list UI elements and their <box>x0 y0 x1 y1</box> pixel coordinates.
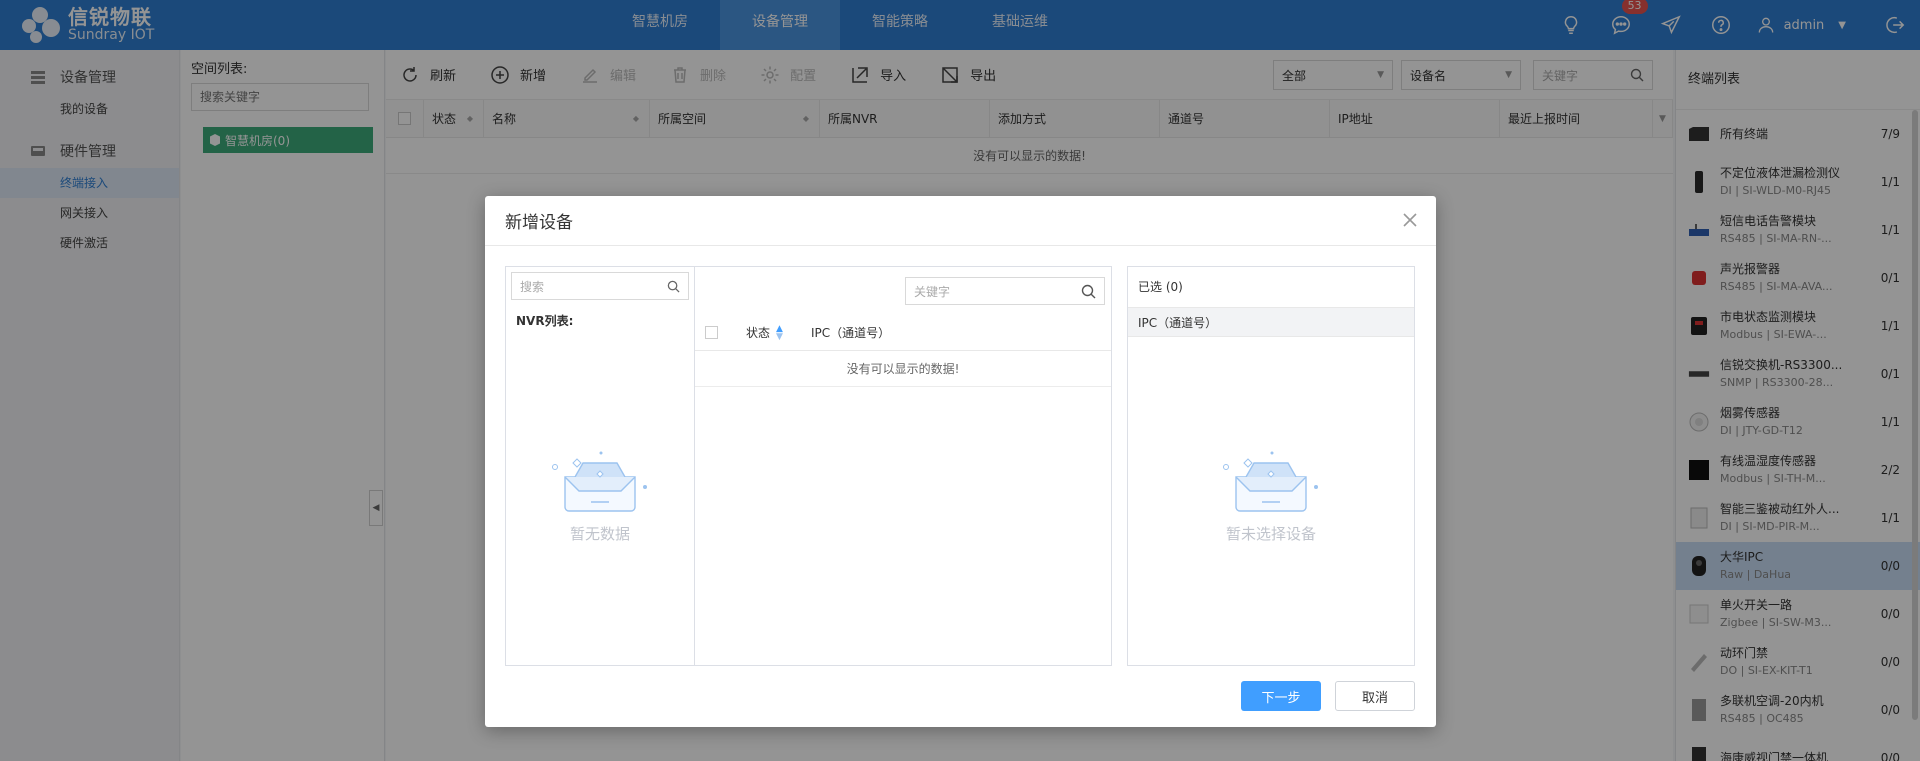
nvr-empty-text: 暂无数据 <box>569 525 630 543</box>
ipc-table-header: 状态 ▲ ▼ IPC（通道号） <box>695 315 1111 351</box>
ipc-column-status[interactable]: 状态 ▲ ▼ <box>746 324 783 341</box>
sort-icon: ▲ ▼ <box>776 323 783 342</box>
nvr-search-input[interactable]: 搜索 <box>511 272 689 300</box>
search-icon <box>667 280 680 293</box>
selected-pane: 已选 (0) IPC（通道号） 暂未选择设备 <box>1127 266 1415 666</box>
ipc-keyword-input[interactable]: 关键字 <box>905 277 1105 305</box>
ipc-select-all-checkbox[interactable] <box>705 326 718 339</box>
nvr-pane: 搜索 NVR列表: 暂无数据 <box>505 266 695 666</box>
nvr-empty-state: 暂无数据 <box>506 447 694 544</box>
nvr-list-title: NVR列表: <box>516 314 574 328</box>
empty-box-icon <box>1223 451 1318 512</box>
add-device-dialog: 新增设备 搜索 NVR列表: 暂无数据 关键字 状态 ▲ ▼ IPC（通道号） … <box>485 196 1436 727</box>
empty-box-icon <box>552 451 647 512</box>
dialog-title: 新增设备 <box>505 213 573 233</box>
close-icon[interactable] <box>1400 210 1420 230</box>
search-icon <box>1081 284 1096 298</box>
selected-empty-state: 暂未选择设备 <box>1128 447 1414 544</box>
ipc-pane: 关键字 状态 ▲ ▼ IPC（通道号） 没有可以显示的数据! <box>694 266 1112 666</box>
cancel-button[interactable]: 取消 <box>1335 681 1415 711</box>
ipc-empty-message: 没有可以显示的数据! <box>695 351 1111 387</box>
selected-count: 已选 (0) <box>1138 280 1183 294</box>
selected-column-ipc: IPC（通道号） <box>1128 307 1414 337</box>
ipc-column-channel[interactable]: IPC（通道号） <box>811 324 890 341</box>
selected-empty-text: 暂未选择设备 <box>1225 525 1316 543</box>
next-button[interactable]: 下一步 <box>1241 681 1321 711</box>
dialog-header: 新增设备 <box>485 196 1436 246</box>
